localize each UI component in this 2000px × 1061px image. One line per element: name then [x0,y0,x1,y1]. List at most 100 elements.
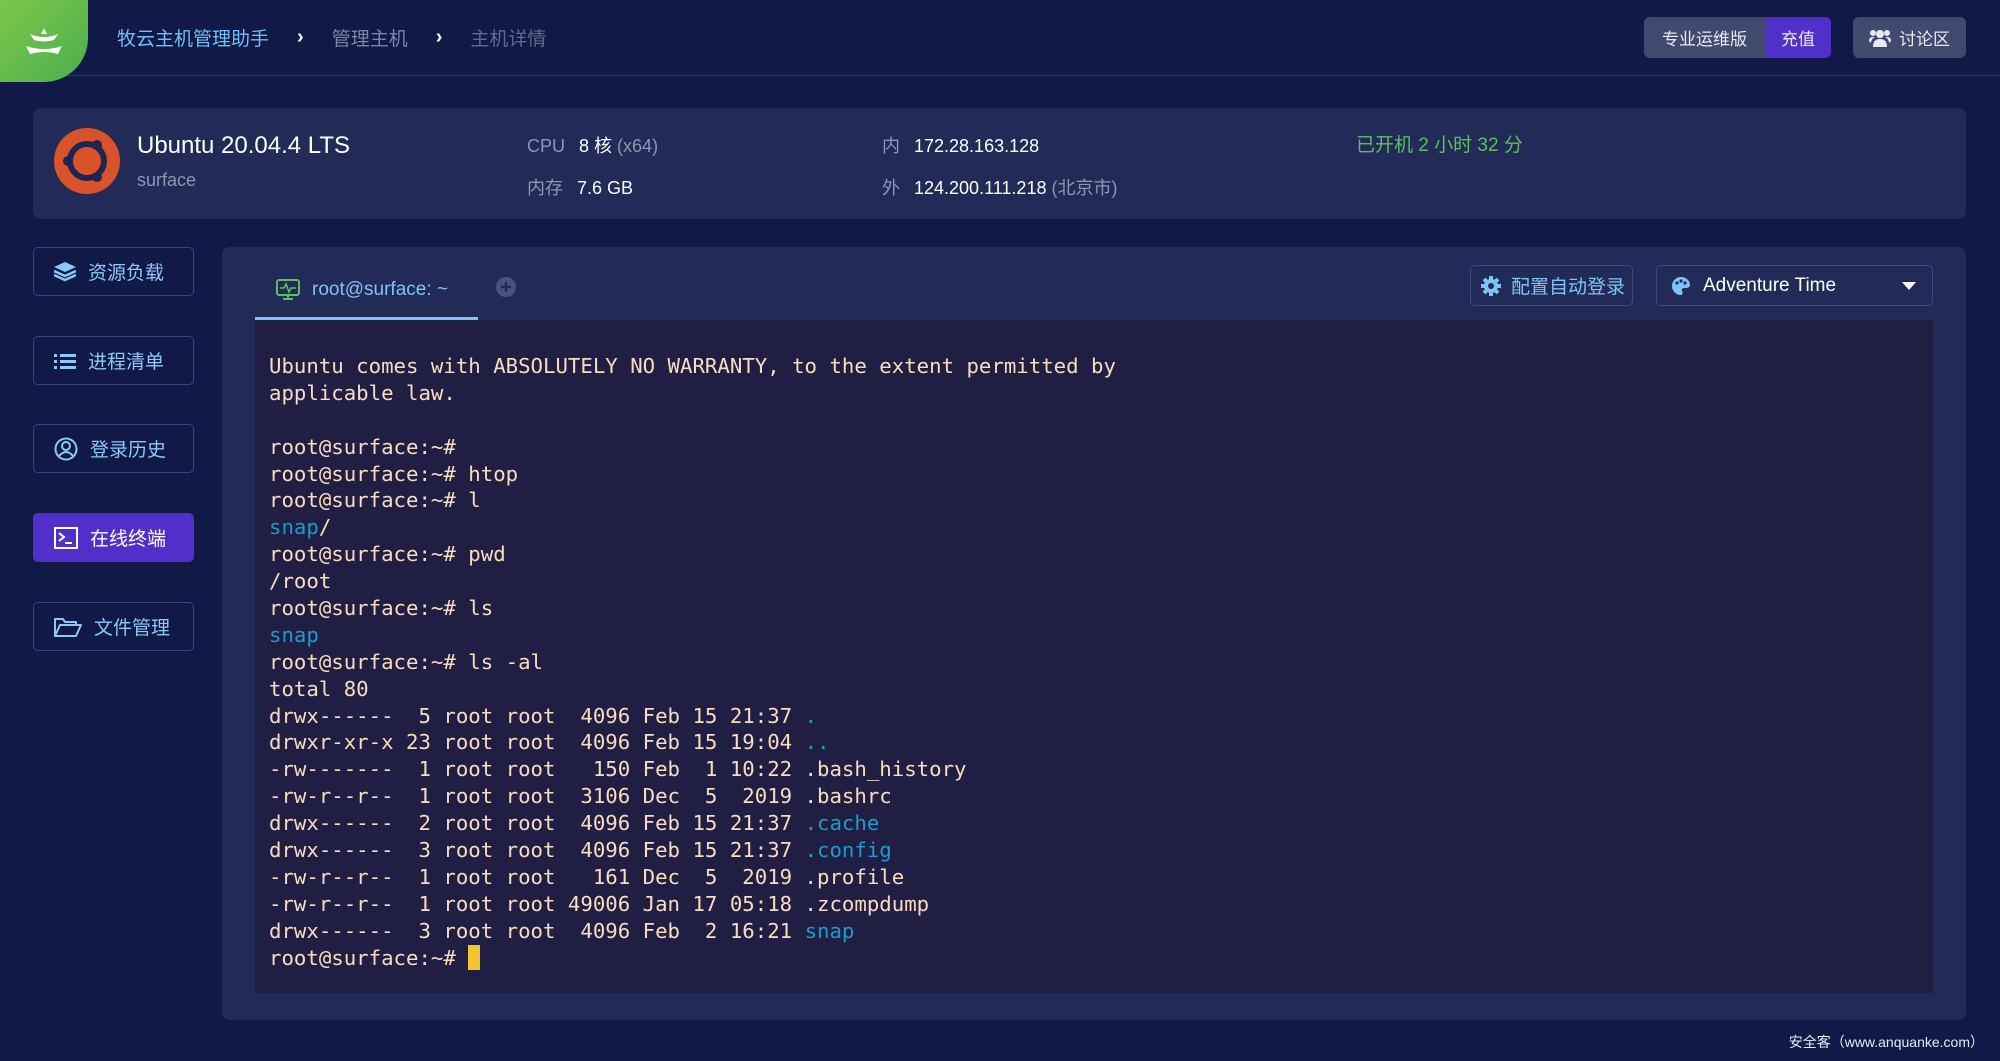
terminal-text: drwx------ 2 root root 4096 Feb 15 21:37 [269,811,805,836]
pro-edition-group: 专业运维版 充值 [1644,17,1831,58]
inner-ip-value: 172.28.163.128 [914,136,1040,156]
terminal-line: applicable law. [269,380,1919,407]
cpu-label: CPU [527,136,566,156]
terminal-directory-name: . [804,703,818,728]
terminal-text: root@surface:~# pwd [269,542,506,567]
terminal-text: -rw-r--r-- 1 root root 3106 Dec 5 2019 .… [269,784,892,809]
terminal-text: -rw------- 1 root root 150 Feb 1 10:22 .… [269,757,967,782]
sidebar-item-label: 登录历史 [90,440,167,461]
host-info-card: Ubuntu 20.04.4 LTS surface CPU 8 核 (x64)… [33,108,1966,219]
terminal-line: drwx------ 3 root root 4096 Feb 15 21:37… [269,837,1919,864]
memory-value: 7.6 GB [577,178,634,198]
list-icon [54,353,76,369]
terminal-text: root@surface:~# ls [269,596,494,621]
terminal-text: /root [269,569,332,594]
terminal-line: drwx------ 5 root root 4096 Feb 15 21:37… [269,703,1919,730]
terminal-line: drwx------ 3 root root 4096 Feb 2 16:21 … [269,918,1919,945]
outer-ip-label: 外 [882,178,900,198]
hostname: surface [137,170,197,190]
add-tab-icon[interactable] [496,277,516,297]
terminal-line: drwxr-xr-x 23 root root 4096 Feb 15 19:0… [269,729,1919,756]
ubuntu-logo-icon [54,128,120,194]
monitor-pulse-icon [276,278,300,300]
os-name: Ubuntu 20.04.4 LTS [137,132,351,159]
forum-button[interactable]: 讨论区 [1853,17,1966,58]
terminal-panel: root@surface: ~ 配置自动登录 Adventure Time Ub… [222,247,1966,1020]
tab-title: root@surface: ~ [312,278,448,300]
terminal-line: root@surface:~# ls -al [269,649,1919,676]
terminal-directory-name: .config [804,838,892,863]
pro-edition-button[interactable]: 专业运维版 [1644,17,1765,58]
users-icon [1869,29,1891,47]
breadcrumb-manage-hosts[interactable]: 管理主机 [332,24,408,51]
sidebar-item-login-history[interactable]: 登录历史 [33,424,194,473]
terminal-text: -rw-r--r-- 1 root root 49006 Jan 17 05:1… [269,891,930,916]
terminal-output[interactable]: Ubuntu comes with ABSOLUTELY NO WARRANTY… [255,320,1933,993]
outer-ip-info: 外 124.200.111.218 (北京市) [882,174,1117,200]
terminal-line: drwx------ 2 root root 4096 Feb 15 21:37… [269,810,1919,837]
terminal-prompt: root@surface:~# [269,945,469,970]
terminal-text: drwxr-xr-x 23 root root 4096 Feb 15 19:0… [269,730,805,755]
user-circle-icon [54,437,78,460]
palette-icon [1672,276,1690,295]
terminal-line: root@surface:~# l [269,487,1919,514]
forum-label: 讨论区 [1899,30,1950,49]
terminal-text: Ubuntu comes with ABSOLUTELY NO WARRANTY… [269,354,1116,378]
outer-ip-value: 124.200.111.218 [914,178,1047,198]
terminal-icon [54,526,78,549]
terminal-line: /root [269,568,1919,595]
breadcrumb-host-detail: 主机详情 [470,29,547,50]
memory-info: 内存 7.6 GB [527,174,633,200]
terminal-line: -rw------- 1 root root 150 Feb 1 10:22 .… [269,756,1919,783]
terminal-text: root@surface:~# l [269,488,481,513]
terminal-line: root@surface:~# [269,434,1919,461]
terminal-line: root@surface:~# pwd [269,541,1919,568]
terminal-text: applicable law. [269,380,456,405]
terminal-line: snap [269,622,1919,649]
terminal-prompt-line: root@surface:~# [269,944,1919,972]
terminal-line: -rw-r--r-- 1 root root 3106 Dec 5 2019 .… [269,783,1919,810]
sidebar-item-file-manager[interactable]: 文件管理 [33,602,194,651]
auto-login-label: 配置自动登录 [1511,277,1626,298]
cpu-value: 8 核 [579,136,613,156]
terminal-cursor [468,944,481,970]
terminal-text: drwx------ 3 root root 4096 Feb 2 16:21 [269,918,805,943]
sidebar-item-label: 文件管理 [94,618,171,639]
outer-ip-location: (北京市) [1051,178,1118,198]
breadcrumb-home[interactable]: 牧云主机管理助手 [117,24,269,51]
inner-ip-info: 内 172.28.163.128 [882,132,1039,158]
sidebar-item-process-list[interactable]: 进程清单 [33,336,194,385]
watermark: 安全客（www.anquanke.com） [1788,1034,1984,1050]
terminal-directory-name: snap [269,515,319,540]
caret-down-icon [1902,282,1916,290]
recharge-button[interactable]: 充值 [1765,17,1831,58]
theme-value: Adventure Time [1703,274,1837,296]
breadcrumb: 牧云主机管理助手 › 管理主机 › 主机详情 [117,24,546,51]
terminal-line: -rw-r--r-- 1 root root 49006 Jan 17 05:1… [269,891,1919,918]
tab-terminal-session[interactable]: root@surface: ~ [255,262,478,320]
uptime: 已开机 2 小时 32 分 [1356,135,1523,156]
terminal-directory-name: snap [804,918,855,943]
terminal-text: / [318,515,332,540]
terminal-line: -rw-r--r-- 1 root root 161 Dec 5 2019 .p… [269,864,1919,891]
app-logo[interactable] [0,0,88,82]
terminal-text: drwx------ 5 root root 4096 Feb 15 21:37 [269,703,805,728]
auto-login-config-button[interactable]: 配置自动登录 [1470,265,1633,306]
terminal-line: Ubuntu comes with ABSOLUTELY NO WARRANTY… [269,353,1919,380]
cpu-info: CPU 8 核 (x64) [527,132,658,158]
sidebar-item-label: 进程清单 [88,352,165,373]
cpu-arch: (x64) [617,136,659,156]
layers-icon [54,261,76,281]
terminal-text: root@surface:~# ls -al [269,649,544,674]
terminal-text: root@surface:~# [269,434,456,459]
sidebar-item-label: 在线终端 [90,529,167,550]
gear-icon [1481,275,1501,296]
sidebar-item-resource-load[interactable]: 资源负载 [33,247,194,296]
terminal-text: root@surface:~# htop [269,461,519,486]
terminal-line: root@surface:~# htop [269,461,1919,488]
sidebar-item-online-terminal[interactable]: 在线终端 [33,513,194,562]
top-header: 牧云主机管理助手 › 管理主机 › 主机详情 专业运维版 充值 讨论区 [0,0,2000,82]
theme-select[interactable]: Adventure Time [1656,265,1933,306]
terminal-line: root@surface:~# ls [269,595,1919,622]
